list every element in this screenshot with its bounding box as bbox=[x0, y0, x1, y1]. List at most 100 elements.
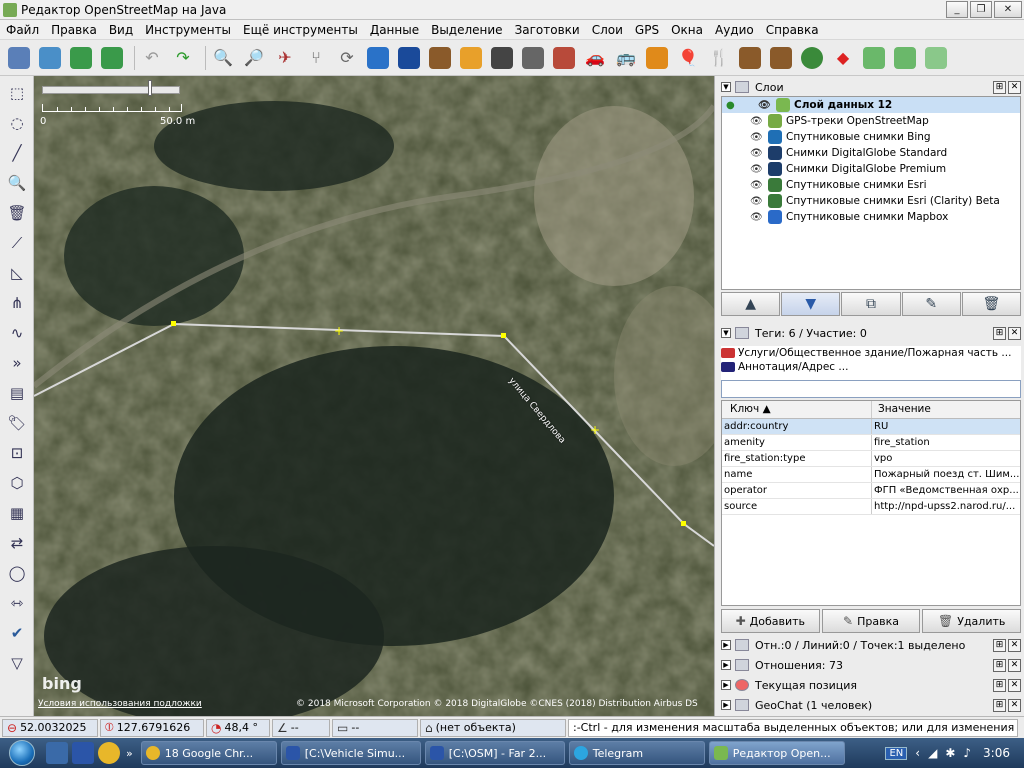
expand-icon[interactable] bbox=[923, 45, 949, 71]
expand-toggle[interactable]: ▶ bbox=[721, 640, 731, 650]
more-quicklaunch-icon[interactable]: » bbox=[126, 747, 133, 760]
menu-more-tools[interactable]: Ещё инструменты bbox=[237, 23, 364, 37]
panel-close-button[interactable]: ✕ bbox=[1008, 678, 1021, 692]
warning-icon[interactable] bbox=[644, 45, 670, 71]
delete-tool-icon[interactable]: 🗑 bbox=[3, 200, 31, 226]
wall-icon[interactable] bbox=[551, 45, 577, 71]
bus-icon[interactable]: 🚌 bbox=[613, 45, 639, 71]
network-icon[interactable]: ◢ bbox=[928, 746, 937, 760]
task-vehicle-sim[interactable]: [C:\Vehicle Simu... bbox=[280, 741, 421, 765]
river-icon[interactable] bbox=[365, 45, 391, 71]
download-icon[interactable] bbox=[37, 45, 63, 71]
map-view[interactable]: + + 0 50.0 m улица Свердлова bing Услови… bbox=[34, 76, 714, 716]
expand-toggle[interactable]: ▶ bbox=[721, 680, 731, 690]
panel-close-button[interactable]: ✕ bbox=[1008, 326, 1021, 340]
validate-tool-icon[interactable]: ✔ bbox=[3, 620, 31, 646]
align-tool-icon[interactable]: ▦ bbox=[3, 500, 31, 526]
detach-button[interactable]: ⊞ bbox=[993, 638, 1006, 652]
lasso-tool-icon[interactable]: ◌ bbox=[3, 110, 31, 136]
area-tool-icon[interactable]: ⬡ bbox=[3, 470, 31, 496]
panel-close-button[interactable]: ✕ bbox=[1008, 638, 1021, 652]
tag-tool-icon[interactable]: 🏷 bbox=[3, 410, 31, 436]
road-icon[interactable] bbox=[458, 45, 484, 71]
zoom-tool-icon[interactable]: 🔍 bbox=[3, 170, 31, 196]
draw-tool-icon[interactable]: ╱ bbox=[3, 140, 31, 166]
layer-settings-icon[interactable]: ✎ bbox=[901, 292, 961, 316]
zoom-slider-knob[interactable] bbox=[148, 80, 152, 96]
download-arrow-icon[interactable] bbox=[68, 45, 94, 71]
select-tool-icon[interactable]: ⬚ bbox=[3, 80, 31, 106]
detach-button[interactable]: ⊞ bbox=[993, 678, 1006, 692]
detach-button[interactable]: ⊞ bbox=[993, 80, 1006, 94]
layer-row[interactable]: 👁 Спутниковые снимки Bing bbox=[722, 129, 1020, 145]
selection-panel-header[interactable]: ▶ Отн.:0 / Линий:0 / Точек:1 выделено ⊞ ✕ bbox=[721, 636, 1021, 654]
track-icon[interactable] bbox=[489, 45, 515, 71]
geochat-panel-header[interactable]: ▶ GeoChat (1 человек) ⊞ ✕ bbox=[721, 696, 1021, 714]
undo-icon[interactable]: ↶ bbox=[139, 45, 165, 71]
filter-tool-icon[interactable]: ▽ bbox=[3, 650, 31, 676]
visibility-eye-icon[interactable]: 👁 bbox=[758, 100, 772, 111]
restaurant-icon[interactable]: 🍴 bbox=[706, 45, 732, 71]
value-column-header[interactable]: Значение bbox=[872, 401, 931, 418]
node-tool-icon[interactable]: ⊡ bbox=[3, 440, 31, 466]
combine-tool-icon[interactable]: ⇄ bbox=[3, 530, 31, 556]
table-row[interactable]: name Пожарный поезд ст. Шим... bbox=[722, 467, 1020, 483]
balloons-icon[interactable]: 🎈 bbox=[675, 45, 701, 71]
menu-data[interactable]: Данные bbox=[364, 23, 425, 37]
relations-panel-header[interactable]: ▶ Отношения: 73 ⊞ ✕ bbox=[721, 656, 1021, 674]
layer-row[interactable]: 👁 GPS-треки OpenStreetMap bbox=[722, 113, 1020, 129]
expand-toggle[interactable]: ▶ bbox=[721, 700, 731, 710]
more-tools-icon[interactable]: » bbox=[3, 350, 31, 376]
castle-icon[interactable] bbox=[737, 45, 763, 71]
collapse-toggle[interactable]: ▼ bbox=[721, 328, 731, 338]
mirror-tool-icon[interactable]: ⇿ bbox=[3, 590, 31, 616]
menu-gps[interactable]: GPS bbox=[629, 23, 665, 37]
far-quicklaunch-icon[interactable] bbox=[72, 742, 94, 764]
visibility-eye-icon[interactable]: 👁 bbox=[750, 148, 764, 159]
menu-file[interactable]: Файл bbox=[0, 23, 45, 37]
import-icon[interactable] bbox=[861, 45, 887, 71]
menu-view[interactable]: Вид bbox=[103, 23, 139, 37]
menu-selection[interactable]: Выделение bbox=[425, 23, 508, 37]
layer-row[interactable]: 👁 Снимки DigitalGlobe Premium bbox=[722, 161, 1020, 177]
expand-toggle[interactable]: ▶ bbox=[721, 660, 731, 670]
gpx-icon[interactable]: ✈ bbox=[272, 45, 298, 71]
task-far-osm[interactable]: [C:\OSM] - Far 2... bbox=[424, 741, 565, 765]
redo-icon[interactable]: ↷ bbox=[170, 45, 196, 71]
tag-filter-input[interactable] bbox=[721, 380, 1021, 398]
chrome-quicklaunch-icon[interactable] bbox=[98, 742, 120, 764]
car-icon[interactable]: 🚗 bbox=[582, 45, 608, 71]
menu-edit[interactable]: Правка bbox=[45, 23, 103, 37]
volume-icon[interactable]: ♪ bbox=[963, 746, 971, 760]
tree-icon[interactable] bbox=[799, 45, 825, 71]
move-up-icon[interactable]: ▲ bbox=[721, 292, 781, 316]
export-icon[interactable] bbox=[892, 45, 918, 71]
table-row[interactable]: amenity fire_station bbox=[722, 435, 1020, 451]
collapse-toggle[interactable]: ▼ bbox=[721, 82, 731, 92]
edit-tag-button[interactable]: ✎ Правка bbox=[821, 609, 921, 633]
table-row[interactable]: operator ФГП «Ведомственная охр... bbox=[722, 483, 1020, 499]
task-telegram[interactable]: Telegram bbox=[568, 741, 705, 765]
menu-presets[interactable]: Заготовки bbox=[509, 23, 586, 37]
language-indicator[interactable]: EN bbox=[885, 746, 908, 760]
task-chrome[interactable]: 18 Google Chr... bbox=[140, 741, 277, 765]
menu-tools[interactable]: Инструменты bbox=[139, 23, 237, 37]
visibility-eye-icon[interactable]: 👁 bbox=[750, 180, 764, 191]
explorer-quicklaunch-icon[interactable] bbox=[46, 742, 68, 764]
tray-expand-icon[interactable]: ‹ bbox=[915, 746, 920, 760]
circle-tool-icon[interactable]: ◯ bbox=[3, 560, 31, 586]
poi-icon[interactable]: ◆ bbox=[830, 45, 856, 71]
minimize-button[interactable]: _ bbox=[946, 1, 968, 18]
layer-row[interactable]: 👁 Спутниковые снимки Mapbox bbox=[722, 209, 1020, 225]
parallel-tool-icon[interactable]: ◺ bbox=[3, 260, 31, 286]
split-icon[interactable]: ⑂ bbox=[303, 45, 329, 71]
maximize-button[interactable]: ❐ bbox=[970, 1, 992, 18]
clock[interactable]: 3:06 bbox=[983, 746, 1010, 760]
visibility-eye-icon[interactable]: 👁 bbox=[750, 196, 764, 207]
detach-button[interactable]: ⊞ bbox=[993, 698, 1006, 712]
add-tag-button[interactable]: ✚ Добавить bbox=[721, 609, 820, 633]
connect-tool-icon[interactable]: ∿ bbox=[3, 320, 31, 346]
stop-icon[interactable] bbox=[520, 45, 546, 71]
layer-row[interactable]: 👁 Спутниковые снимки Esri bbox=[722, 177, 1020, 193]
menu-layers[interactable]: Слои bbox=[586, 23, 629, 37]
